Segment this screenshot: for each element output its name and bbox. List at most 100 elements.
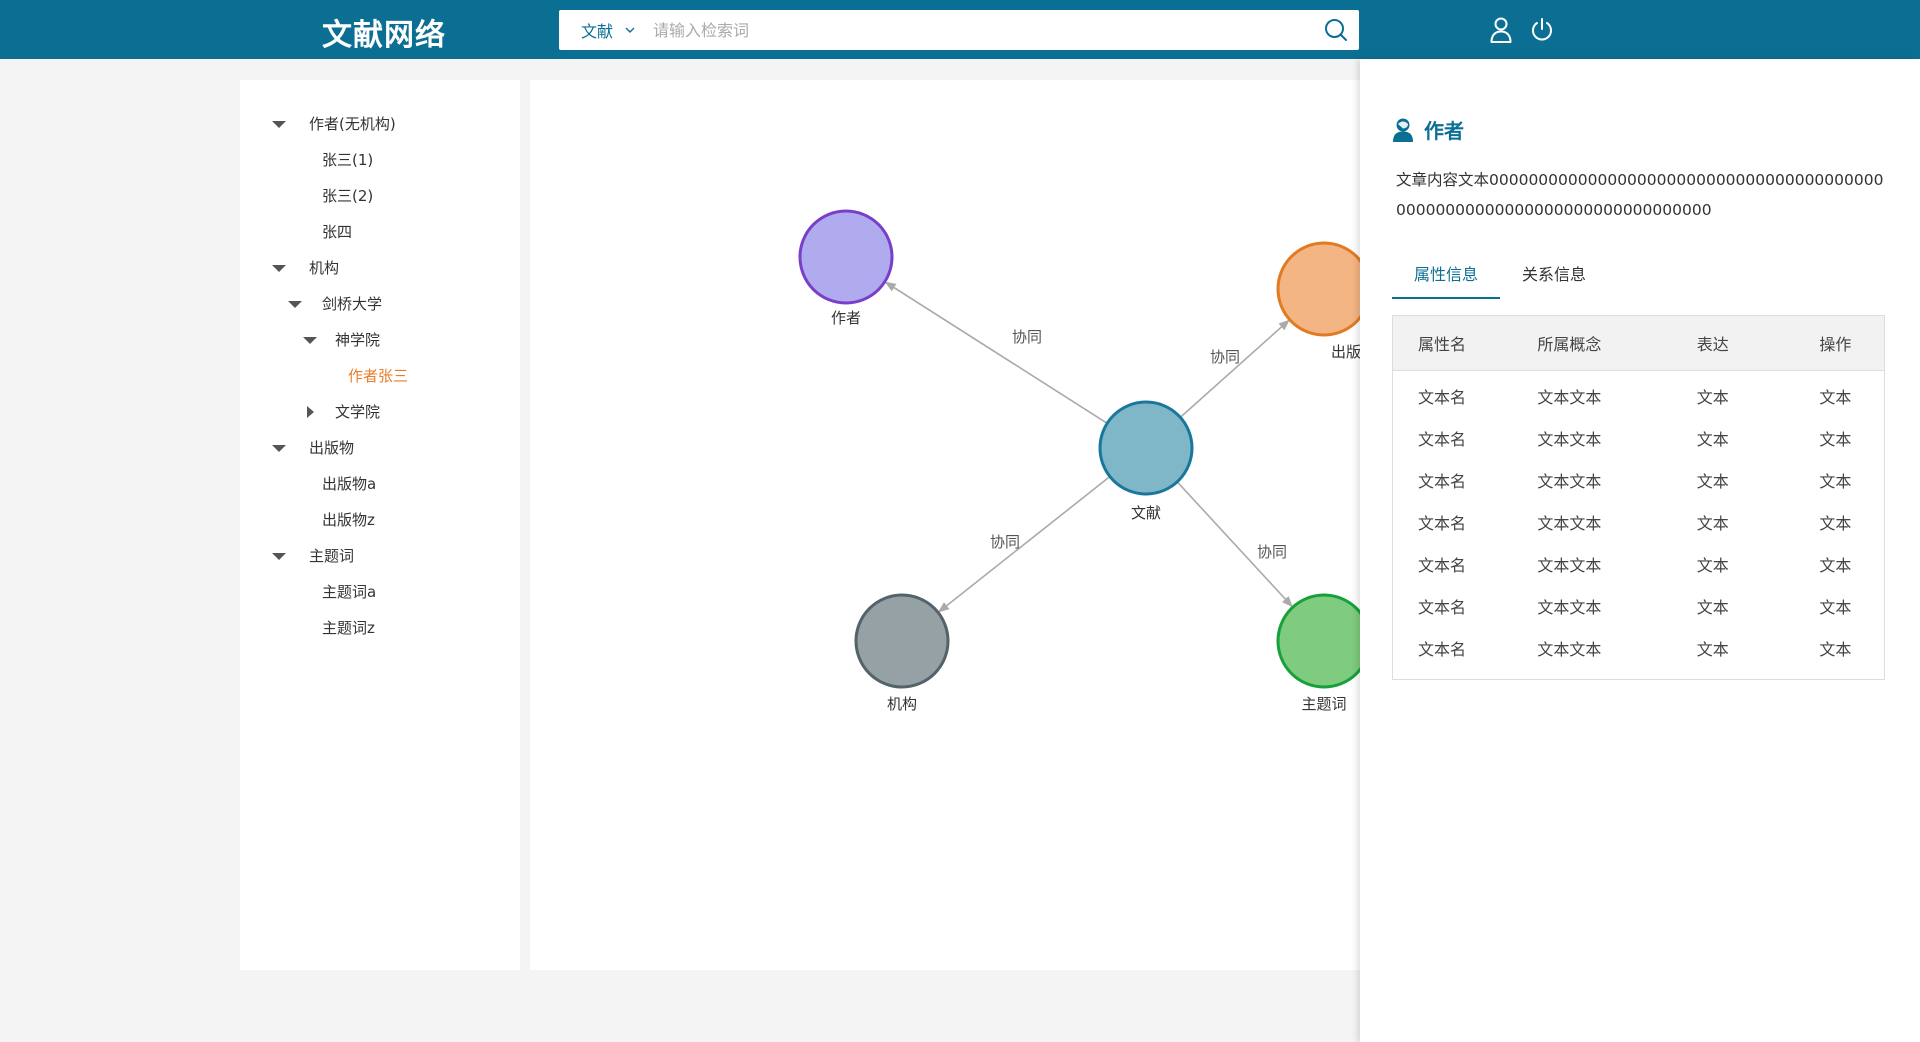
tree-item[interactable]: 主题词: [240, 538, 520, 574]
tree-item-label: 文学院: [335, 403, 381, 421]
caret-down-icon[interactable]: [271, 538, 287, 574]
network-graph: 协同 协同 协同 协同 作者 出版 文献 机构 主题词: [530, 80, 1360, 970]
table-cell: 文本文本: [1537, 514, 1602, 533]
graph-edge[interactable]: [937, 475, 1111, 613]
tree-item-label: 张四: [322, 223, 353, 241]
table-row: 文本名 文本文本 文本 文本: [1393, 543, 1884, 585]
search-input[interactable]: [653, 20, 1294, 40]
table-cell: 文本文本: [1537, 640, 1602, 659]
table-cell[interactable]: 文本: [1771, 510, 1884, 534]
table-cell: 文本: [1696, 472, 1729, 491]
caret-right-icon[interactable]: [302, 394, 318, 430]
tree-item-label: 主题词: [309, 547, 355, 565]
table-cell: 文本文本: [1537, 598, 1602, 617]
table-cell[interactable]: 文本: [1771, 636, 1884, 660]
tree-item[interactable]: 出版物z: [240, 502, 520, 538]
node-label: 文献: [1131, 504, 1161, 522]
table-cell: 文本: [1696, 430, 1729, 449]
tree-item-label: 主题词z: [322, 619, 375, 637]
column-header: 所属概念: [1537, 335, 1602, 354]
table-cell: 文本文本: [1537, 556, 1602, 575]
table-row: 文本名 文本文本 文本 文本: [1393, 459, 1884, 501]
column-header: 表达: [1696, 335, 1729, 354]
table-cell: 文本名: [1418, 388, 1467, 407]
table-row: 文本名 文本文本 文本 文本: [1393, 627, 1884, 669]
search-icon[interactable]: [1323, 17, 1349, 43]
category-tree: 作者(无机构) 张三(1) 张三(2) 张四机构剑桥大学神学院作者张三文学院出版物出版…: [240, 80, 520, 970]
tree-item-label: 张三(2): [322, 187, 374, 205]
table-cell[interactable]: 文本: [1771, 426, 1884, 450]
graph-node[interactable]: [798, 209, 894, 305]
tree-item[interactable]: 张四: [240, 214, 520, 250]
tree-item[interactable]: 主题词a: [240, 574, 520, 610]
caret-down-icon[interactable]: [271, 106, 287, 142]
edge-label: 协同: [990, 533, 1020, 551]
attribute-table: 属性名 所属概念 表达 操作 文本名 文本文本 文本 文本 文本名 文本文本 文本 文本 文本名…: [1392, 315, 1885, 680]
node-label: 出版: [1331, 343, 1360, 361]
user-icon[interactable]: [1488, 16, 1514, 44]
table-cell: 文本文本: [1537, 388, 1602, 407]
search-type-select[interactable]: 文献: [581, 18, 637, 42]
node-label: 机构: [887, 695, 917, 713]
graph-edge[interactable]: [884, 281, 1108, 424]
caret-down-icon[interactable]: [271, 250, 287, 286]
table-row: 文本名 文本文本 文本 文本: [1393, 417, 1884, 459]
person-icon: [1393, 118, 1413, 142]
tree-item[interactable]: 出版物: [240, 430, 520, 466]
tree-item-label: 张三(1): [322, 151, 374, 169]
tree-item[interactable]: 作者张三: [240, 358, 520, 394]
table-cell: 文本名: [1418, 430, 1467, 449]
tree-item[interactable]: 文学院: [240, 394, 520, 430]
table-cell[interactable]: 文本: [1771, 594, 1884, 618]
tree-item-label: 作者张三: [348, 367, 409, 385]
tree-item[interactable]: 作者(无机构): [240, 106, 520, 142]
graph-edge[interactable]: [1179, 319, 1290, 418]
search-type-label: 文献: [581, 22, 614, 41]
tree-item-label: 出版物: [309, 439, 355, 457]
tree-item[interactable]: 主题词z: [240, 610, 520, 646]
table-cell: 文本: [1696, 514, 1729, 533]
table-cell: 文本: [1696, 598, 1729, 617]
detail-panel: 作者 文章内容文本0000000000000000000000000000000…: [1360, 59, 1920, 1042]
table-cell[interactable]: 文本: [1771, 384, 1884, 408]
table-cell: 文本名: [1418, 640, 1467, 659]
node-label: 作者: [831, 309, 861, 327]
panel-tabs: 属性信息 关系信息: [1392, 257, 1887, 299]
edge-label: 协同: [1012, 328, 1042, 346]
tree-item-label: 出版物a: [322, 475, 377, 493]
tab-attribute-info[interactable]: 属性信息: [1392, 257, 1500, 299]
tab-relation-info[interactable]: 关系信息: [1500, 257, 1608, 299]
tree-item-label: 机构: [309, 259, 340, 277]
graph-node[interactable]: [1276, 593, 1360, 689]
caret-down-icon[interactable]: [302, 322, 318, 358]
table-row: 文本名 文本文本 文本 文本: [1393, 375, 1884, 417]
tree-item[interactable]: 张三(1): [240, 142, 520, 178]
table-cell: 文本: [1696, 640, 1729, 659]
edge-label: 协同: [1257, 543, 1287, 561]
caret-down-icon[interactable]: [287, 286, 303, 322]
tree-item[interactable]: 张三(2): [240, 178, 520, 214]
column-header: 属性名: [1418, 335, 1467, 354]
table-cell: 文本名: [1418, 556, 1467, 575]
tree-item-label: 出版物z: [322, 511, 375, 529]
tree-item-label: 神学院: [335, 331, 381, 349]
tree-item-label: 剑桥大学: [322, 295, 383, 313]
graph-node[interactable]: [1098, 400, 1194, 496]
table-cell: 文本文本: [1537, 430, 1602, 449]
tree-item[interactable]: 剑桥大学: [240, 286, 520, 322]
graph-node[interactable]: [1276, 241, 1360, 337]
column-header: 操作: [1819, 335, 1852, 354]
table-cell: 文本: [1696, 388, 1729, 407]
graph-node[interactable]: [854, 593, 950, 689]
node-label: 主题词: [1301, 695, 1346, 713]
panel-header: 作者: [1392, 115, 1464, 144]
tree-item[interactable]: 出版物a: [240, 466, 520, 502]
tree-item[interactable]: 机构: [240, 250, 520, 286]
graph-canvas: 协同协同协同协同 作者出版文献机构 主题词: [798, 209, 1360, 713]
table-body: 文本名 文本文本 文本 文本 文本名 文本文本 文本 文本 文本名 文本文本 文本 文本 文本名 文本文本…: [1393, 371, 1884, 679]
power-icon[interactable]: [1529, 16, 1555, 44]
tree-item[interactable]: 神学院: [240, 322, 520, 358]
table-cell[interactable]: 文本: [1771, 552, 1884, 576]
caret-down-icon[interactable]: [271, 430, 287, 466]
table-cell[interactable]: 文本: [1771, 468, 1884, 492]
